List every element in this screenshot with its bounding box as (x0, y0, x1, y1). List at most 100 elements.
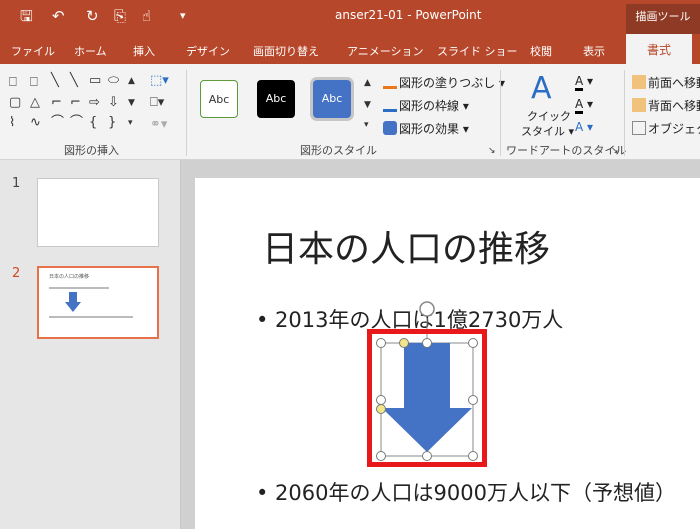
scribble-icon[interactable]: ∿ (30, 116, 41, 130)
text-effect-icon: A (575, 120, 584, 134)
slide-number: 2 (12, 266, 21, 281)
thumbnail-arrow-icon (65, 292, 81, 312)
slide-thumbnail-1[interactable] (37, 178, 159, 247)
resize-handle[interactable] (376, 451, 386, 461)
pencil-icon (383, 98, 397, 112)
paint-bucket-icon (383, 75, 397, 89)
tab-view[interactable]: 表示 (583, 43, 605, 59)
gallery-down-icon[interactable]: ▼ (128, 96, 135, 110)
selection-pane-label: オブジェクト (648, 122, 700, 136)
down-arrow-shape-icon[interactable]: ⇩ (108, 96, 119, 110)
shape-effect-icon (383, 121, 397, 135)
tab-design[interactable]: デザイン (186, 43, 230, 59)
text-fill-button[interactable]: A ▾ (575, 74, 593, 91)
arc-icon[interactable]: ⌒ (70, 116, 83, 130)
wordart-dialog-launcher-icon[interactable]: ↘ (611, 144, 619, 158)
redo-icon[interactable]: ↻ (86, 6, 99, 26)
line-shape-icon[interactable]: ╲ (70, 74, 78, 88)
oval-shape-icon[interactable]: ⬭ (108, 74, 119, 88)
slide-thumbnail-2[interactable]: 日本の人口の推移 (37, 266, 159, 339)
connector-icon[interactable]: ⌐ (70, 96, 81, 110)
connector-icon[interactable]: ⌐ (51, 96, 62, 110)
insert-shapes-group-label: 図形の挿入 (64, 144, 119, 157)
vertical-textbox-icon[interactable]: ⎕ (30, 76, 38, 90)
text-outline-icon: A (575, 97, 584, 114)
shape-style-black[interactable]: Abc (257, 80, 295, 118)
customize-icon[interactable]: ▾ (180, 6, 186, 26)
rotate-handle-icon[interactable] (419, 301, 435, 317)
undo-icon[interactable]: ↶ (52, 6, 65, 26)
shape-styles-group-label: 図形のスタイル (300, 144, 377, 157)
right-arrow-shape-icon[interactable]: ⇨ (89, 96, 100, 110)
divider (500, 70, 501, 156)
quick-style-text: スタイル (521, 125, 565, 138)
tab-home[interactable]: ホーム (74, 43, 107, 59)
gallery-more-icon[interactable]: ▾ (128, 116, 133, 130)
dialog-launcher-icon[interactable]: ↘ (488, 144, 496, 158)
selection-pane-button[interactable]: オブジェクト (632, 120, 700, 137)
line-shape-icon[interactable]: ╲ (51, 74, 59, 88)
tab-review[interactable]: 校閲 (530, 43, 552, 59)
wordart-group-label: ワードアートのスタイル (506, 144, 627, 157)
textbox-icon[interactable]: ⎕ (9, 76, 17, 90)
save-icon[interactable]: 🖫 (20, 6, 33, 26)
text-fill-icon: A (575, 74, 584, 91)
quick-style-icon[interactable]: A (531, 72, 552, 106)
shape-style-white[interactable]: Abc (200, 80, 238, 118)
document-title: anser21-01 - PowerPoint (335, 8, 482, 22)
tab-animations[interactable]: アニメーション (347, 43, 424, 59)
resize-handle[interactable] (468, 395, 478, 405)
arc-icon[interactable]: ⌒ (51, 116, 64, 130)
divider (186, 70, 187, 156)
shape-fill-label: 図形の塗りつぶし (399, 76, 496, 90)
freeform-icon[interactable]: ⌇ (9, 116, 15, 130)
bring-forward-label: 前面へ移動 (648, 76, 700, 90)
title-bar: 🖫 ↶ ↻ ⎘ ☝ ▾ anser21-01 - PowerPoint 描画ツー… (0, 0, 700, 34)
edit-shape-icon[interactable]: ⬚▾ (150, 74, 169, 88)
contextual-tab-label: 描画ツール (626, 4, 700, 34)
bullet-line-2[interactable]: • 2060年の人口は9000万人以下（予想値） (256, 477, 676, 507)
style-gallery-more-icon[interactable]: ▾ (364, 118, 369, 132)
adjust-handle[interactable] (399, 338, 409, 348)
tab-slideshow[interactable]: スライド ショー (437, 43, 518, 59)
resize-handle[interactable] (376, 338, 386, 348)
gallery-up-icon[interactable]: ▲ (128, 74, 135, 88)
text-effect-button[interactable]: A ▾ (575, 120, 593, 134)
shape-effect-label: 図形の効果 (399, 122, 460, 136)
shape-outline-label: 図形の枠線 (399, 99, 460, 113)
quick-style-label-2[interactable]: スタイル ▾ (521, 123, 574, 139)
touch-mode-icon[interactable]: ☝ (142, 6, 151, 26)
quick-style-label[interactable]: クイック (527, 108, 571, 124)
slide-title[interactable]: 日本の人口の推移 (262, 220, 550, 272)
present-icon[interactable]: ⎘ (114, 6, 126, 26)
rounded-rect-icon[interactable]: ▢ (9, 96, 21, 110)
brace-icon[interactable]: { (89, 116, 97, 130)
merge-shapes-icon[interactable]: ⚭▾ (150, 118, 167, 132)
resize-handle[interactable] (468, 338, 478, 348)
thumbnail-title: 日本の人口の推移 (49, 274, 90, 280)
shape-style-blue[interactable]: Abc (313, 80, 351, 118)
tab-insert[interactable]: 挿入 (133, 43, 155, 59)
adjust-handle[interactable] (376, 404, 386, 414)
textbox-insert-icon[interactable]: ⎕▾ (150, 96, 164, 110)
brace-icon[interactable]: } (108, 116, 116, 130)
style-gallery-down-icon[interactable]: ▼ (364, 98, 371, 112)
shape-fill-button[interactable]: 図形の塗りつぶし ▾ (383, 74, 505, 91)
resize-handle[interactable] (422, 338, 432, 348)
triangle-shape-icon[interactable]: △ (30, 96, 40, 110)
resize-handle[interactable] (422, 451, 432, 461)
rectangle-shape-icon[interactable]: ▭ (89, 74, 101, 88)
ribbon-tabs: ファイル ホーム 挿入 デザイン 画面切り替え アニメーション スライド ショー… (0, 34, 700, 64)
style-gallery-up-icon[interactable]: ▲ (364, 76, 371, 90)
shape-effect-button[interactable]: 図形の効果 ▾ (383, 120, 469, 137)
selection-pane-icon (632, 121, 646, 135)
bring-forward-button[interactable]: 前面へ移動 (632, 74, 700, 91)
tab-transitions[interactable]: 画面切り替え (253, 43, 319, 59)
resize-handle[interactable] (468, 451, 478, 461)
text-outline-button[interactable]: A ▾ (575, 97, 593, 114)
tab-file[interactable]: ファイル (11, 43, 55, 59)
send-backward-button[interactable]: 背面へ移動 (632, 97, 700, 114)
shape-outline-button[interactable]: 図形の枠線 ▾ (383, 97, 469, 114)
slide-number: 1 (12, 176, 21, 191)
tab-format[interactable]: 書式 (626, 34, 692, 64)
